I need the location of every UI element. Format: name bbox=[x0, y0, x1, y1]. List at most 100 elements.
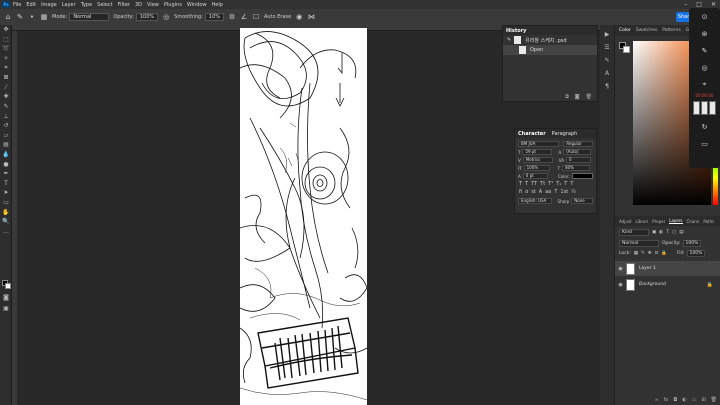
brush-tool-icon[interactable]: ✎ bbox=[0, 102, 12, 112]
font-style-select[interactable]: Regular bbox=[563, 141, 593, 147]
visibility-eye-icon[interactable]: ◉ bbox=[615, 282, 626, 288]
brush-settings-panel-icon[interactable]: ✎ bbox=[600, 54, 614, 67]
tracking-field[interactable]: 0 bbox=[565, 157, 591, 163]
thumbnail-1[interactable] bbox=[693, 101, 700, 115]
new-document-from-state-icon[interactable]: ⧉ bbox=[565, 94, 569, 100]
hand-tool-icon[interactable]: ✋ bbox=[0, 207, 12, 217]
menu-layer[interactable]: Layer bbox=[62, 2, 76, 8]
camera-icon[interactable]: ◎ bbox=[689, 59, 720, 76]
screen-mode-icon[interactable]: ▣ bbox=[0, 304, 12, 314]
tab-color[interactable]: Color bbox=[619, 28, 631, 33]
faux-bold-icon[interactable]: T bbox=[519, 181, 522, 187]
new-layer-icon[interactable]: ⊞ bbox=[701, 397, 705, 403]
smoothing-settings-icon[interactable]: ⚙ bbox=[228, 13, 236, 21]
pressure-opacity-icon[interactable]: ◎ bbox=[162, 13, 170, 21]
visibility-eye-icon[interactable]: ◉ bbox=[615, 266, 626, 272]
antialias-select[interactable]: None bbox=[571, 198, 593, 204]
marquee-tool-icon[interactable]: ⬚ bbox=[0, 35, 12, 45]
rectangle-tool-icon[interactable]: ▭ bbox=[0, 198, 12, 208]
adjustment-layer-icon[interactable]: ◐ bbox=[682, 397, 686, 403]
lasso-tool-icon[interactable]: ➰ bbox=[0, 44, 12, 54]
clone-stamp-tool-icon[interactable]: ⊥ bbox=[0, 111, 12, 121]
all-caps-icon[interactable]: TT bbox=[531, 181, 537, 187]
maximize-icon[interactable]: □ bbox=[696, 1, 702, 8]
add-mask-icon[interactable]: ◘ bbox=[673, 397, 677, 403]
font-family-select[interactable]: BM JUA bbox=[518, 141, 560, 147]
move-tool-icon[interactable]: ✥ bbox=[0, 25, 12, 35]
filter-pixel-icon[interactable]: ▣ bbox=[652, 230, 656, 235]
subscript-icon[interactable]: T₁ bbox=[556, 181, 561, 187]
auto-erase-checkbox[interactable]: ☐ bbox=[252, 13, 260, 21]
history-snapshot[interactable]: ✎ 유리창 스케치 .psd bbox=[503, 35, 597, 45]
minimize-icon[interactable]: – bbox=[684, 1, 687, 8]
menu-edit[interactable]: Edit bbox=[26, 2, 36, 8]
more-tools-icon[interactable]: … bbox=[0, 226, 12, 236]
symmetry-icon[interactable]: ⋈ bbox=[307, 13, 315, 21]
play-icon[interactable]: ▶ bbox=[600, 28, 614, 41]
lock-move-icon[interactable]: ✥ bbox=[648, 251, 652, 256]
close-icon[interactable]: ✕ bbox=[711, 1, 716, 8]
brush-tool-preset-icon[interactable]: ✎ bbox=[16, 13, 24, 21]
document-canvas[interactable] bbox=[240, 28, 367, 405]
ornament-icon[interactable]: ơ bbox=[525, 189, 528, 195]
type-tool-icon[interactable]: T bbox=[0, 179, 12, 189]
small-caps-icon[interactable]: Tt bbox=[540, 181, 545, 187]
faux-italic-icon[interactable]: T bbox=[525, 181, 528, 187]
location-icon[interactable]: ⌖ bbox=[689, 76, 720, 93]
underline-icon[interactable]: T bbox=[564, 181, 567, 187]
lock-brush-icon[interactable]: ✎ bbox=[641, 251, 645, 256]
vertical-scale-field[interactable]: 100% bbox=[523, 165, 550, 171]
menu-filter[interactable]: Filter bbox=[118, 2, 130, 8]
character-panel-icon[interactable]: A bbox=[600, 67, 614, 80]
tab-layers[interactable]: Layers bbox=[669, 218, 683, 224]
layer-style-icon[interactable]: fx bbox=[664, 397, 669, 403]
healing-brush-tool-icon[interactable]: ✚ bbox=[0, 92, 12, 102]
delete-layer-icon[interactable]: 🗑 bbox=[711, 397, 717, 403]
tab-paragraph[interactable]: Paragraph bbox=[552, 131, 578, 137]
strikethrough-icon[interactable]: T bbox=[570, 181, 573, 187]
crop-tool-icon[interactable]: ⌗ bbox=[0, 63, 12, 73]
tab-swatches[interactable]: Swatches bbox=[636, 28, 658, 33]
kerning-field[interactable]: Metrics bbox=[522, 157, 553, 163]
background-color-swatch[interactable] bbox=[5, 283, 11, 289]
pen-tool-icon[interactable]: ✒ bbox=[0, 169, 12, 179]
photoshop-logo[interactable]: Ps bbox=[2, 1, 10, 8]
filter-type-icon[interactable]: T bbox=[666, 230, 669, 235]
ordinal-icon[interactable]: T bbox=[554, 189, 557, 195]
blur-tool-icon[interactable]: 💧 bbox=[0, 150, 12, 160]
fill-field[interactable]: 100% bbox=[686, 250, 706, 257]
menu-image[interactable]: Image bbox=[41, 2, 57, 8]
eyedropper-tool-icon[interactable]: ⁄ bbox=[0, 83, 12, 93]
home-icon[interactable]: ⌂ bbox=[4, 13, 12, 21]
brush-size-icon[interactable]: • bbox=[28, 13, 36, 21]
half-icon[interactable]: ½ bbox=[571, 189, 576, 195]
history-state[interactable]: Open bbox=[503, 45, 597, 55]
superscript-icon[interactable]: T¹ bbox=[548, 181, 553, 187]
brush-settings-icon[interactable]: ▦ bbox=[40, 13, 48, 21]
lock-all-icon[interactable]: 🔒 bbox=[661, 251, 667, 256]
tab-adjustments[interactable]: Adjust bbox=[619, 219, 632, 224]
trash-icon[interactable]: 🗑 bbox=[586, 94, 592, 100]
filter-shape-icon[interactable]: ▢ bbox=[672, 230, 676, 235]
layer-opacity-field[interactable]: 100% bbox=[682, 240, 702, 247]
menu-select[interactable]: Select bbox=[97, 2, 112, 8]
eraser-tool-icon[interactable]: ▱ bbox=[0, 131, 12, 141]
menu-plugins[interactable]: Plugins bbox=[164, 2, 182, 8]
gradient-tool-icon[interactable]: ▤ bbox=[0, 140, 12, 150]
folder-icon[interactable]: ▭ bbox=[689, 135, 720, 152]
menu-window[interactable]: Window bbox=[187, 2, 207, 8]
tab-channels[interactable]: Chann bbox=[687, 219, 700, 224]
language-select[interactable]: English: USA bbox=[518, 198, 552, 204]
leading-field[interactable]: (Auto) bbox=[563, 149, 592, 155]
tab-libraries[interactable]: Librari bbox=[636, 219, 649, 224]
menu-file[interactable]: File bbox=[13, 2, 21, 8]
filter-adjustment-icon[interactable]: ◐ bbox=[659, 230, 663, 235]
record-button-icon[interactable]: ⊙ bbox=[689, 8, 720, 25]
tab-paths[interactable]: Paths bbox=[703, 219, 714, 224]
layer-row-background[interactable]: ◉ Background 🔒 bbox=[615, 277, 720, 292]
text-color-swatch[interactable] bbox=[571, 173, 593, 179]
mode-select[interactable]: Normal bbox=[69, 13, 110, 21]
frame-tool-icon[interactable]: ⊠ bbox=[0, 73, 12, 83]
settings-icon[interactable]: ⊛ bbox=[689, 25, 720, 42]
menu-view[interactable]: View bbox=[147, 2, 159, 8]
